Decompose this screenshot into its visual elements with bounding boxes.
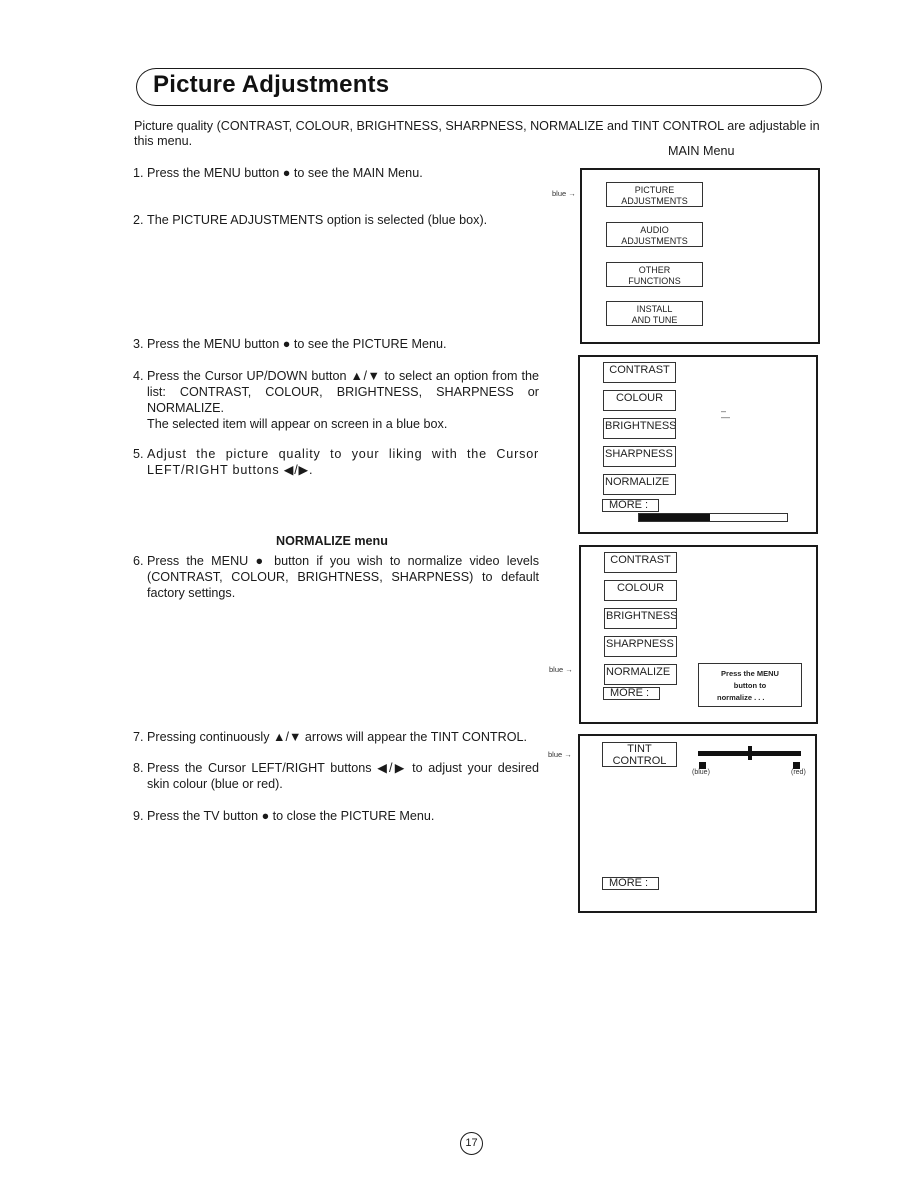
menu-option-install-and-tune[interactable]: INSTALL AND TUNE xyxy=(606,301,703,326)
menu-item-brightness[interactable]: BRIGHTNESS xyxy=(604,608,677,629)
page-number: 17 xyxy=(460,1132,483,1155)
step-text: Press the Cursor UP/DOWN button ▲/▼ to s… xyxy=(147,369,539,415)
tint-slider[interactable] xyxy=(698,746,801,760)
menu-option-audio-adjustments[interactable]: AUDIO ADJUSTMENTS xyxy=(606,222,703,247)
hint-line: Press the MENU xyxy=(721,669,779,678)
step-4: 4. Press the Cursor UP/DOWN button ▲/▼ t… xyxy=(133,368,539,432)
step-text: Adjust the picture quality to your likin… xyxy=(147,447,539,477)
step-6: 6. Press the MENU ● button if you wish t… xyxy=(133,553,539,601)
blue-swatch-icon xyxy=(699,762,706,769)
step-text: Press the Cursor LEFT/RIGHT buttons ◀/▶ … xyxy=(147,761,539,791)
menu-option-other-functions[interactable]: OTHER FUNCTIONS xyxy=(606,262,703,287)
step-number: 8. xyxy=(133,761,144,775)
option-line: PICTURE xyxy=(634,185,675,195)
option-line: AND TUNE xyxy=(631,314,678,325)
title-banner: Picture Adjustments xyxy=(136,68,822,106)
level-bar[interactable] xyxy=(638,513,788,522)
step-text: Pressing continuously ▲/▼ arrows will ap… xyxy=(147,730,528,744)
blue-arrow-marker: blue → xyxy=(548,750,572,759)
option-line: ADJUSTMENTS xyxy=(621,195,688,206)
step-number: 3. xyxy=(133,337,144,351)
step-8: 8. Press the Cursor LEFT/RIGHT buttons ◀… xyxy=(133,760,539,792)
step-7: 7. Pressing continuously ▲/▼ arrows will… xyxy=(133,729,539,745)
step-2: 2. The PICTURE ADJUSTMENTS option is sel… xyxy=(133,212,539,228)
menu-item-tint-control[interactable]: TINT CONTROL xyxy=(602,742,677,767)
tint-label-line: CONTROL xyxy=(612,754,667,767)
step-3: 3. Press the MENU button ● to see the PI… xyxy=(133,336,539,352)
step-number: 4. xyxy=(133,369,144,383)
normalize-menu-screen: CONTRAST COLOUR BRIGHTNESS SHARPNESS NOR… xyxy=(579,545,818,724)
more-button[interactable]: MORE : xyxy=(603,687,660,700)
main-menu-screen: PICTURE ADJUSTMENTS AUDIO ADJUSTMENTS OT… xyxy=(580,168,820,344)
menu-item-normalize[interactable]: NORMALIZE xyxy=(603,474,676,495)
page-title: Picture Adjustments xyxy=(153,71,390,98)
step-number: 1. xyxy=(133,166,144,180)
step-note: The selected item will appear on screen … xyxy=(147,417,448,431)
step-number: 9. xyxy=(133,809,144,823)
picture-menu-screen: CONTRAST COLOUR BRIGHTNESS SHARPNESS NOR… xyxy=(578,355,818,534)
blue-arrow-marker: blue → xyxy=(549,665,573,674)
step-number: 2. xyxy=(133,213,144,227)
step-5: 5. Adjust the picture quality to your li… xyxy=(133,446,539,478)
tint-left-caption: (blue) xyxy=(692,769,710,776)
step-number: 7. xyxy=(133,730,144,744)
blue-arrow-marker: blue → xyxy=(552,189,576,198)
normalize-hint-box: Press the MENU button to normalize . . . xyxy=(698,663,802,707)
step-text: The PICTURE ADJUSTMENTS option is select… xyxy=(147,213,488,227)
level-bar-fill xyxy=(639,514,711,521)
menu-item-sharpness[interactable]: SHARPNESS xyxy=(603,446,676,467)
step-text: Press the MENU button ● to see the PICTU… xyxy=(147,337,447,351)
more-button[interactable]: MORE : xyxy=(602,499,659,512)
option-line: ADJUSTMENTS xyxy=(621,235,688,246)
menu-item-normalize[interactable]: NORMALIZE xyxy=(604,664,677,685)
tint-slider-thumb[interactable] xyxy=(747,746,752,760)
menu-item-colour[interactable]: COLOUR xyxy=(604,580,677,601)
step-text: Press the MENU button ● to see the MAIN … xyxy=(147,166,423,180)
menu-item-colour[interactable]: COLOUR xyxy=(603,390,676,411)
hint-line: normalize . . . xyxy=(717,693,765,702)
tint-right-caption: (red) xyxy=(791,769,806,776)
tint-control-screen: TINT CONTROL (blue) (red) MORE : xyxy=(578,734,817,913)
normalize-heading: NORMALIZE menu xyxy=(276,534,388,548)
option-line: FUNCTIONS xyxy=(628,275,681,286)
cursor-mark: – — xyxy=(721,406,730,422)
menu-item-contrast[interactable]: CONTRAST xyxy=(604,552,677,573)
step-text: Press the TV button ● to close the PICTU… xyxy=(147,809,435,823)
option-line: AUDIO xyxy=(640,225,669,235)
menu-item-brightness[interactable]: BRIGHTNESS xyxy=(603,418,676,439)
menu-item-sharpness[interactable]: SHARPNESS xyxy=(604,636,677,657)
red-swatch-icon xyxy=(793,762,800,769)
step-9: 9. Press the TV button ● to close the PI… xyxy=(133,808,539,824)
step-number: 5. xyxy=(133,447,144,461)
option-line: INSTALL xyxy=(636,304,673,314)
option-line: OTHER xyxy=(638,265,671,275)
more-button[interactable]: MORE : xyxy=(602,877,659,890)
menu-option-picture-adjustments[interactable]: PICTURE ADJUSTMENTS xyxy=(606,182,703,207)
step-text: Press the MENU ● button if you wish to n… xyxy=(147,554,539,600)
menu-item-contrast[interactable]: CONTRAST xyxy=(603,362,676,383)
step-1: 1. Press the MENU button ● to see the MA… xyxy=(133,165,539,181)
main-menu-caption: MAIN Menu xyxy=(668,144,735,158)
tint-label-line: TINT xyxy=(627,743,652,755)
step-number: 6. xyxy=(133,554,144,568)
hint-line: button to xyxy=(733,681,767,690)
